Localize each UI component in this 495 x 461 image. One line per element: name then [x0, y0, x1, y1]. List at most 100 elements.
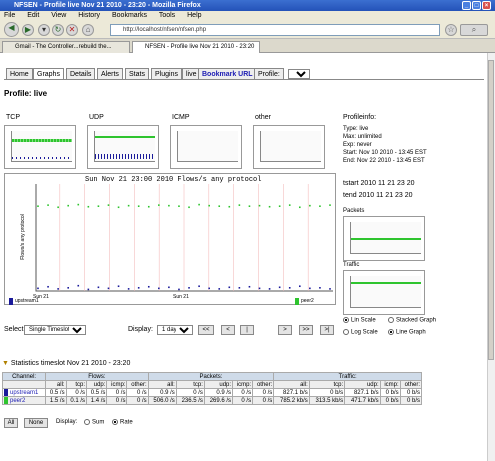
- data-point-peer2: [67, 204, 70, 207]
- mini-plot: [260, 131, 321, 162]
- data-point-peer2: [137, 205, 140, 207]
- browser-tab-gmail[interactable]: Gmail - The Controller...rebuild the...: [2, 41, 130, 53]
- table-row[interactable]: upstream1 0.5 /s 0 /s 0.5 /s 0 /s 0 /s 0…: [1, 387, 423, 398]
- nav-center-button[interactable]: |: [240, 325, 254, 335]
- data-point-upstream1: [178, 288, 180, 291]
- radio-log-scale[interactable]: Log Scale: [343, 329, 378, 336]
- data-point-peer2: [188, 206, 190, 209]
- reload-icon[interactable]: ↻: [52, 24, 64, 36]
- graph-label-icmp: ICMP: [172, 114, 190, 121]
- thumbnail-graph-other[interactable]: [253, 125, 325, 169]
- select-all-button[interactable]: All: [4, 418, 18, 428]
- subhead: other:: [252, 380, 275, 389]
- data-point-upstream1: [158, 287, 160, 290]
- menu-tools[interactable]: Tools: [159, 12, 175, 19]
- data-point-peer2: [97, 205, 100, 207]
- close-icon[interactable]: ×: [482, 1, 491, 10]
- data-point-peer2: [168, 204, 170, 207]
- subhead: all:: [147, 380, 177, 389]
- url-input[interactable]: http://localhost/nfsen/nfsen.php: [110, 24, 440, 36]
- navigation-toolbar: ◀ ▶ ▾ ↻ ✕ ⌂ http://localhost/nfsen/nfsen…: [0, 21, 495, 39]
- profileinfo-start: Start: Nov 10 2010 - 13:45 EST: [343, 150, 427, 156]
- radio-icon: [388, 317, 394, 323]
- data-point-peer2: [278, 205, 281, 207]
- graph-label-tcp: TCP: [6, 114, 20, 121]
- nav-prev-button[interactable]: <: [221, 325, 235, 335]
- table-cell: 1.4 /s: [85, 396, 108, 406]
- stats-table: Channel: Flows: Packets: Traffic: all: t…: [1, 372, 423, 406]
- select-none-button[interactable]: None: [24, 418, 48, 428]
- radio-sum[interactable]: Sum: [84, 419, 104, 426]
- table-cell: 827.1 b/s: [344, 387, 381, 398]
- data-point-peer2: [147, 205, 150, 208]
- menu-help[interactable]: Help: [187, 12, 201, 19]
- thumbnail-graph-traffic[interactable]: [343, 270, 425, 315]
- display-select[interactable]: 1 day: [157, 325, 193, 335]
- data-point-peer2: [87, 205, 90, 208]
- subhead: udp:: [85, 380, 108, 389]
- home-icon[interactable]: ⌂: [82, 24, 94, 36]
- radio-icon: [388, 329, 394, 335]
- select-timeslot[interactable]: Single Timeslot: [24, 325, 86, 335]
- data-point-peer2: [309, 204, 311, 207]
- table-cell: 0 /s: [126, 387, 149, 398]
- data-point-peer2: [37, 205, 39, 207]
- nav-next-button[interactable]: >: [278, 325, 292, 335]
- data-point-upstream1: [37, 287, 39, 290]
- data-point-peer2: [117, 206, 120, 209]
- profile-select[interactable]: live: [288, 69, 310, 79]
- scrollbar-thumb[interactable]: [488, 60, 494, 360]
- menu-view[interactable]: View: [51, 12, 66, 19]
- star-icon[interactable]: ☆: [445, 24, 457, 36]
- radio-rate[interactable]: Rate: [112, 419, 133, 426]
- search-box[interactable]: ⌕: [460, 24, 488, 36]
- radio-lin-scale[interactable]: Lin Scale: [343, 317, 376, 324]
- thumbnail-graph-tcp[interactable]: [4, 125, 76, 169]
- collapse-triangle-icon[interactable]: ▼: [2, 360, 9, 367]
- nav-last-button[interactable]: >|: [320, 325, 334, 335]
- table-cell: 0.5 /s: [85, 387, 108, 398]
- data-point-peer2: [158, 204, 160, 206]
- thumbnail-graph-icmp[interactable]: [170, 125, 242, 169]
- table-cell: 0 b/s: [399, 387, 423, 398]
- data-point-upstream1: [147, 285, 150, 288]
- main-graph[interactable]: Sun Nov 21 23:00 2010 Flows/s any protoc…: [4, 173, 336, 305]
- radio-icon: [343, 317, 349, 323]
- mini-plot: [350, 276, 421, 308]
- thumbnail-graph-packets[interactable]: [343, 216, 425, 261]
- table-cell: 0 /s: [232, 396, 254, 406]
- thumbnail-graph-udp[interactable]: [87, 125, 159, 169]
- minimize-icon[interactable]: _: [462, 1, 471, 10]
- table-cell: 0 /s: [106, 396, 128, 406]
- radio-line-graph[interactable]: Line Graph: [388, 329, 426, 336]
- profileinfo-type: Type: live: [343, 126, 369, 132]
- x-tick-label: Sun 21: [173, 294, 189, 300]
- back-icon[interactable]: ◀: [4, 22, 19, 37]
- profileinfo-heading: Profileinfo:: [343, 114, 377, 121]
- forward-icon[interactable]: ▶: [22, 24, 34, 36]
- subhead: all:: [273, 380, 310, 389]
- legend-swatch-peer2: [295, 298, 299, 305]
- subhead: tcp:: [65, 380, 88, 389]
- select-label: Select: [4, 326, 24, 333]
- empty-cell: [1, 380, 47, 389]
- subhead: udp:: [203, 380, 234, 389]
- browser-tab-nfsen[interactable]: NFSEN - Profile live Nov 21 2010 - 23:20: [132, 41, 260, 53]
- browser-tab-bar: Gmail - The Controller...rebuild the... …: [0, 39, 495, 53]
- table-cell: 506.0 /s: [147, 396, 177, 406]
- table-row[interactable]: peer2 1.5 /s 0.1 /s 1.4 /s 0 /s 0 /s 506…: [1, 396, 423, 406]
- display-label: Display:: [128, 326, 153, 333]
- nav-first-button[interactable]: <<: [198, 325, 214, 335]
- menu-edit[interactable]: Edit: [27, 12, 39, 19]
- radio-stacked-graph[interactable]: Stacked Graph: [388, 317, 436, 324]
- menu-file[interactable]: File: [4, 12, 15, 19]
- graph-label-other: other: [255, 114, 271, 121]
- maximize-icon[interactable]: □: [472, 1, 481, 10]
- dropdown-icon[interactable]: ▾: [38, 24, 50, 36]
- nav-fwd-button[interactable]: >>: [299, 325, 313, 335]
- menu-history[interactable]: History: [78, 12, 100, 19]
- menu-bookmarks[interactable]: Bookmarks: [112, 12, 147, 19]
- main-graph-plot: [35, 184, 333, 292]
- stop-icon[interactable]: ✕: [66, 24, 78, 36]
- data-point-peer2: [47, 204, 49, 206]
